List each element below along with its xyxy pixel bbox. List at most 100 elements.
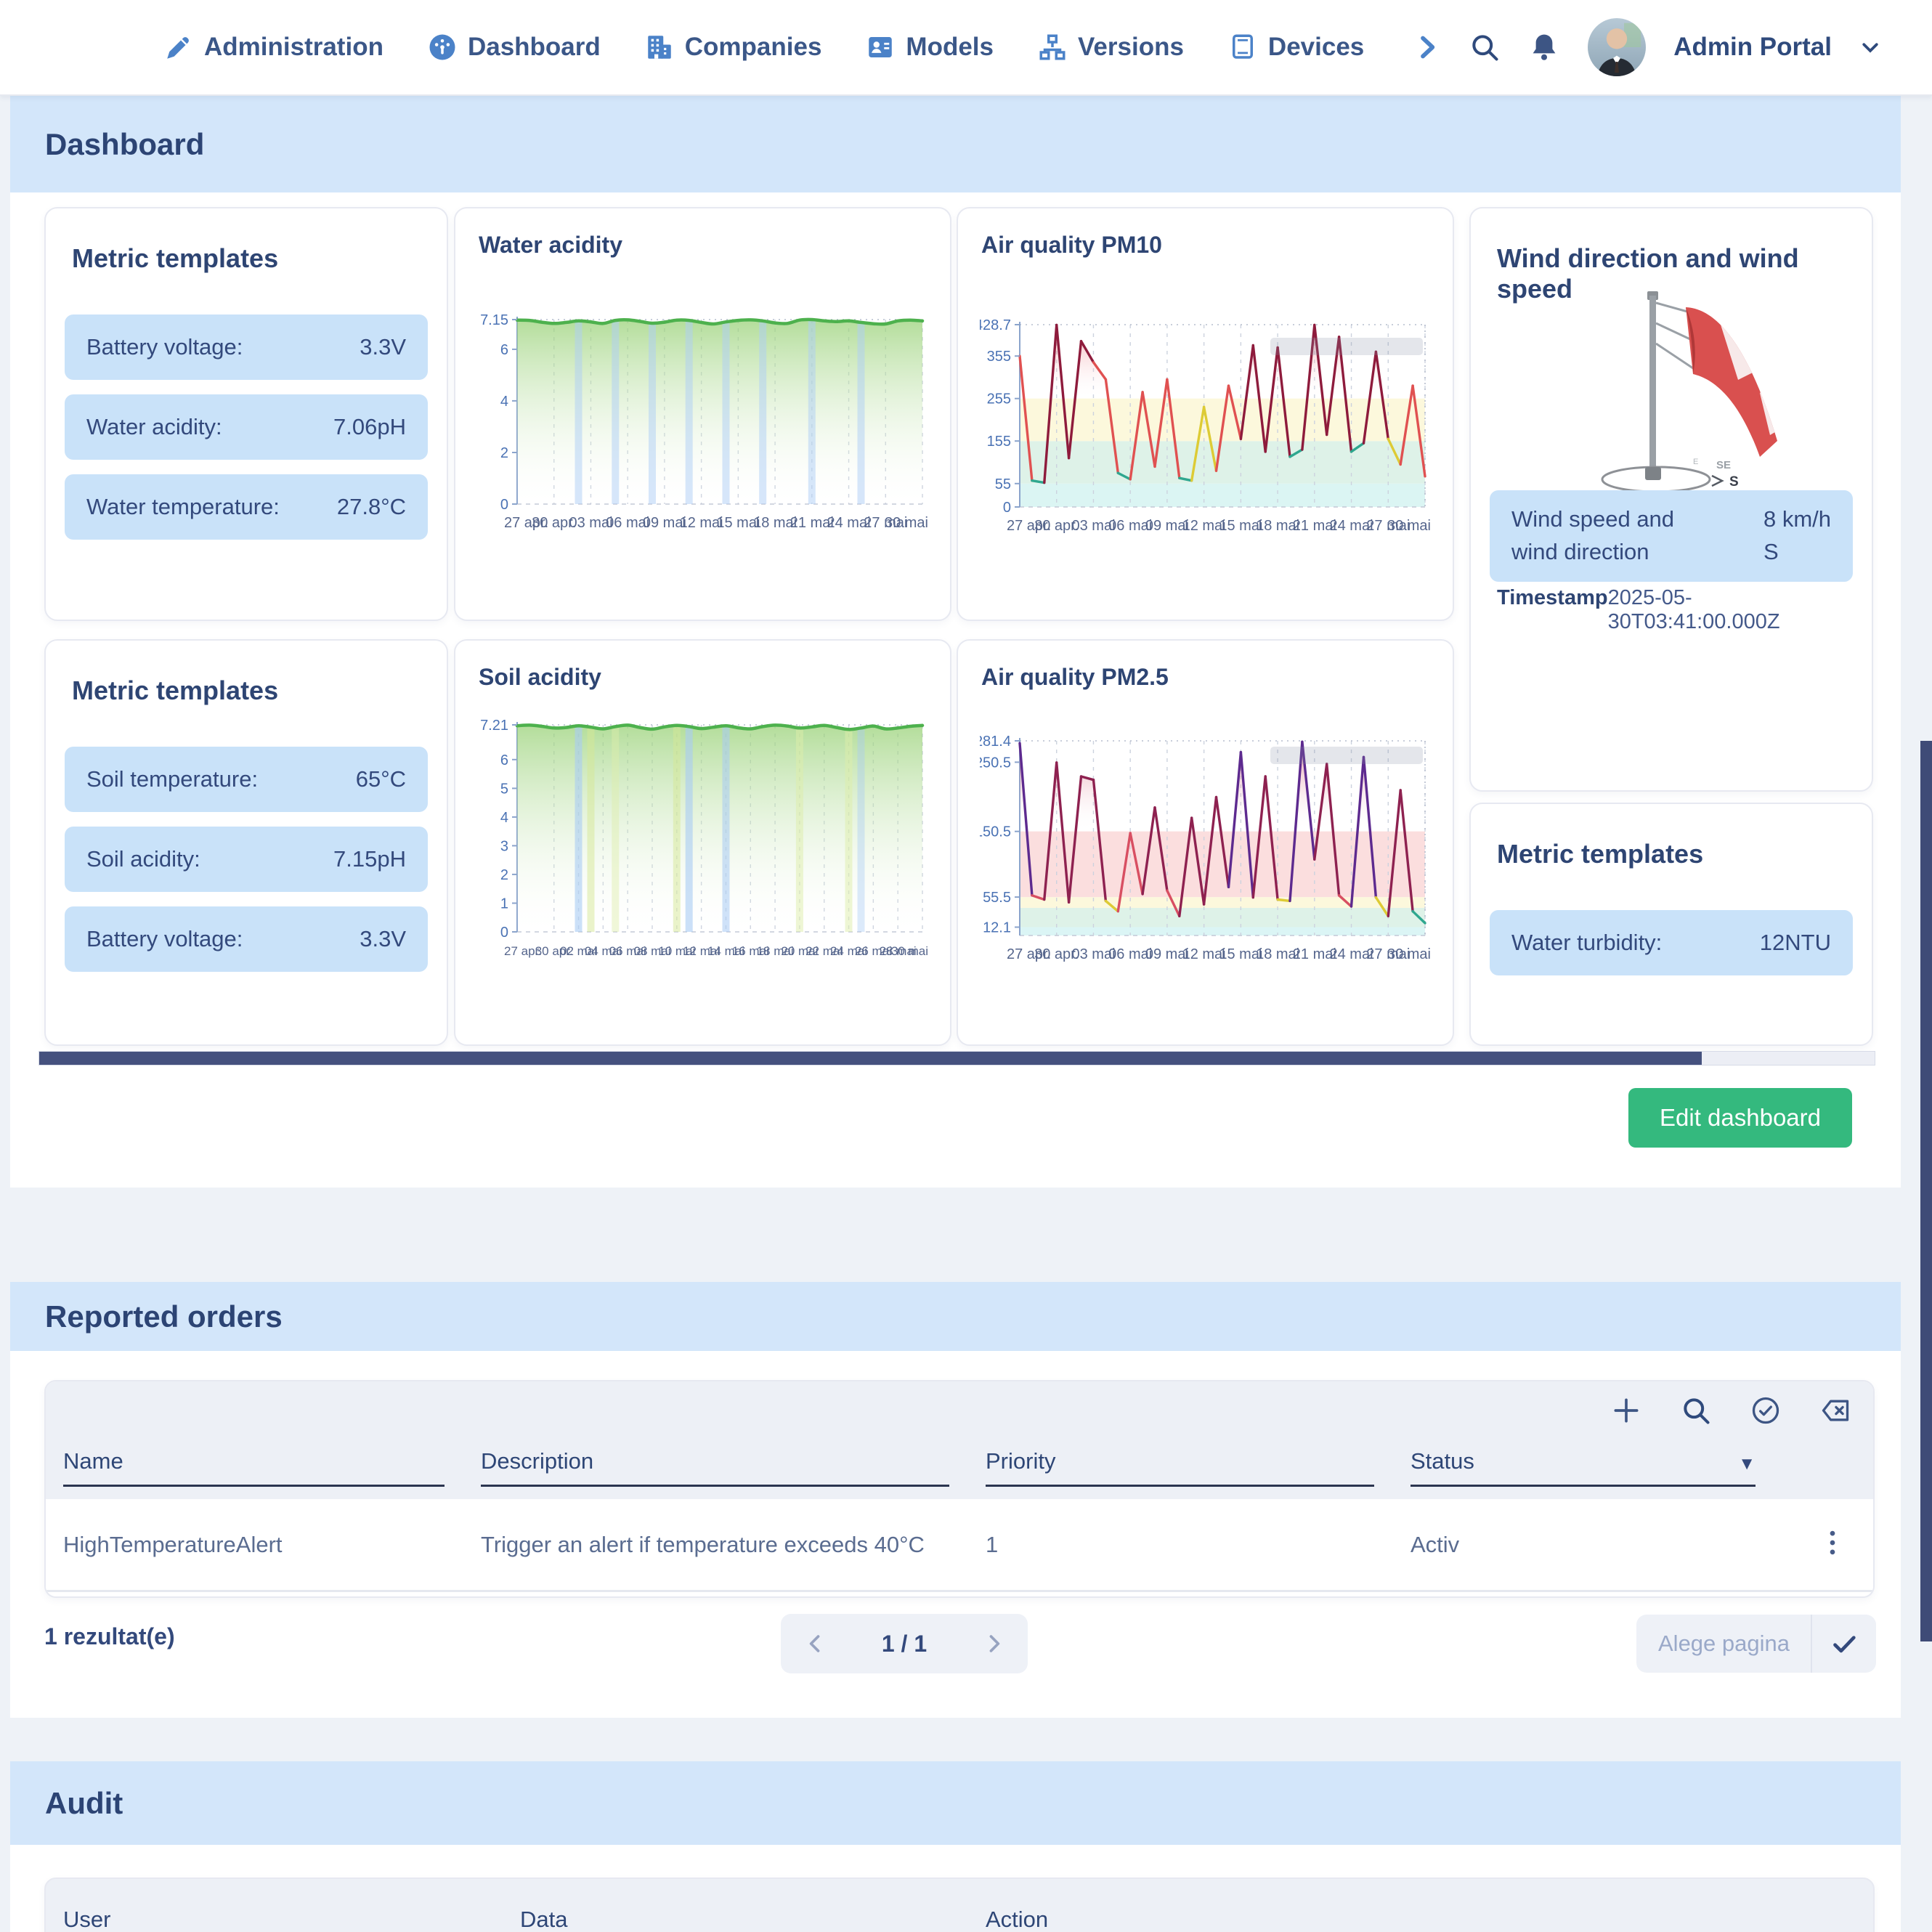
- top-navbar: Administration Dashboard Companies Models Ve…: [0, 0, 1932, 96]
- water-acidity-chart-card: Water acidity 7.15642027 apr.30 apr.03 m…: [454, 207, 951, 621]
- svg-text:6: 6: [500, 752, 508, 768]
- compass-se: SE: [1716, 459, 1731, 471]
- search-icon[interactable]: [1469, 31, 1501, 63]
- wind-chip-value: 8 km/h S: [1763, 503, 1831, 569]
- horizontal-scrollbar-thumb[interactable]: [39, 1052, 1702, 1065]
- confirm-page-button[interactable]: [1811, 1615, 1876, 1673]
- page-select-input[interactable]: [1636, 1630, 1811, 1657]
- notifications-bell-icon[interactable]: [1528, 31, 1560, 63]
- nav-more-chevron-right-icon[interactable]: [1412, 33, 1441, 62]
- nav-item-label: Dashboard: [468, 33, 601, 62]
- audit-column-header-user[interactable]: User: [63, 1907, 520, 1932]
- nav-item-label: Models: [906, 33, 994, 62]
- nav-item-versions[interactable]: Versions: [1037, 32, 1184, 62]
- column-header-priority[interactable]: Priority: [986, 1448, 1374, 1487]
- metric-value: 3.3V: [360, 334, 406, 360]
- svg-text:428.7: 428.7: [980, 317, 1011, 333]
- table-row[interactable]: HighTemperatureAlertTrigger an alert if …: [46, 1499, 1873, 1592]
- nav-item-models[interactable]: Models: [865, 32, 994, 62]
- table-header-row: Name Description Priority Status▼: [46, 1448, 1873, 1487]
- metric-templates-card: Metric templates Battery voltage:3.3V Wat…: [44, 207, 448, 621]
- svg-text:30 mai: 30 mai: [885, 515, 928, 531]
- pm10-chart: 428.735525515555027 apr.30 apr.03 mai06 …: [980, 274, 1434, 622]
- row-menu-kebab-icon[interactable]: [1827, 1530, 1838, 1556]
- svg-text:281.4: 281.4: [980, 734, 1011, 750]
- horizontal-scrollbar[interactable]: [38, 1051, 1875, 1066]
- nav-item-devices[interactable]: Devices: [1227, 32, 1364, 62]
- pm25-chart: 281.4250.5150.555.512.127 apr.30 apr.03 …: [980, 706, 1434, 1047]
- chart-title: Air quality PM10: [981, 232, 1162, 259]
- chevron-down-icon[interactable]: [1859, 36, 1881, 58]
- vertical-scrollbar-thumb[interactable]: [1920, 741, 1932, 1641]
- svg-text:150.5: 150.5: [980, 824, 1011, 840]
- svg-text:1: 1: [500, 896, 508, 912]
- nav-item-administration[interactable]: Administration: [163, 32, 383, 62]
- metric-chip: Battery voltage:3.3V: [65, 314, 428, 380]
- cell-priority: 1: [986, 1532, 1411, 1558]
- soil-acidity-chart-card: Soil acidity 7.21654321027 apr.30 apr.02…: [454, 639, 951, 1046]
- metric-chip: Water turbidity:12NTU: [1490, 910, 1853, 975]
- nav-item-label: Devices: [1268, 33, 1364, 62]
- audit-column-header-action[interactable]: Action: [986, 1907, 1873, 1932]
- svg-text:355: 355: [987, 349, 1011, 365]
- clear-icon[interactable]: [1819, 1395, 1851, 1426]
- reported-orders-table: Name Description Priority Status▼ HighTempe…: [44, 1380, 1875, 1598]
- metric-value: 3.3V: [360, 926, 406, 952]
- svg-text:55.5: 55.5: [983, 890, 1011, 906]
- results-count: 1 rezultat(e): [44, 1623, 175, 1650]
- legend-blur: [1270, 747, 1423, 764]
- wind-speed-chip: Wind speed and wind direction 8 km/h S: [1490, 490, 1853, 582]
- svg-text:255: 255: [987, 391, 1011, 407]
- audit-section: UserDataAction: [10, 1845, 1901, 1932]
- metric-label: Water temperature:: [86, 494, 280, 520]
- metric-value: 65°C: [356, 766, 406, 792]
- app-root: Administration Dashboard Companies Models Ve…: [0, 0, 1932, 1932]
- soil-acidity-chart: 7.21654321027 apr.30 apr.02 mai04 mai06 …: [477, 706, 931, 1047]
- pm25-chart-card: Air quality PM2.5 281.4250.5150.555.512.…: [957, 639, 1454, 1046]
- nav-item-label: Versions: [1078, 33, 1184, 62]
- metric-label: Water turbidity:: [1511, 930, 1662, 956]
- reported-orders-section: Name Description Priority Status▼ HighTempe…: [10, 1351, 1901, 1718]
- water-acidity-chart: 7.15642027 apr.30 apr.03 mai06 mai09 mai…: [477, 274, 931, 622]
- compass-s: S: [1729, 474, 1739, 490]
- svg-text:30 mai: 30 mai: [891, 944, 928, 958]
- svg-text:5: 5: [500, 781, 508, 797]
- svg-text:30 mai: 30 mai: [1387, 518, 1431, 534]
- chart-title: Soil acidity: [479, 664, 601, 691]
- column-header-name[interactable]: Name: [63, 1448, 445, 1487]
- avatar[interactable]: [1588, 18, 1646, 76]
- add-icon[interactable]: [1610, 1395, 1642, 1426]
- metric-chip: Water acidity:7.06pH: [65, 394, 428, 460]
- audit-table: UserDataAction: [44, 1878, 1875, 1932]
- next-page-button[interactable]: [959, 1614, 1028, 1673]
- edit-dashboard-button[interactable]: Edit dashboard: [1628, 1088, 1852, 1148]
- metric-chip-list: Soil temperature: 65°C Soil acidity:7.15pH…: [65, 747, 428, 972]
- profile-menu[interactable]: Admin Portal: [1673, 33, 1832, 62]
- metric-chip: Water temperature:27.8°C: [65, 474, 428, 540]
- windsock: [1686, 307, 1787, 457]
- audit-title: Audit: [10, 1786, 123, 1821]
- column-header-description[interactable]: Description: [481, 1448, 949, 1487]
- prev-page-button[interactable]: [781, 1614, 850, 1673]
- id-card-icon: [865, 32, 896, 62]
- nav-item-companies[interactable]: Companies: [644, 32, 822, 62]
- search-icon[interactable]: [1680, 1395, 1712, 1426]
- cell-status: Activ: [1411, 1532, 1792, 1558]
- audit-column-header-data[interactable]: Data: [520, 1907, 986, 1932]
- metric-chip: Soil acidity:7.15pH: [65, 827, 428, 892]
- metric-label: Soil temperature:: [86, 766, 258, 792]
- metric-label: Water acidity:: [86, 414, 222, 440]
- svg-text:0: 0: [500, 497, 508, 513]
- metric-templates-card: Metric templates Soil temperature:65°CSo…: [44, 639, 448, 1046]
- filter-caret-icon[interactable]: ▼: [1738, 1454, 1756, 1474]
- reported-orders-title: Reported orders: [10, 1299, 283, 1334]
- svg-text:0: 0: [1003, 500, 1011, 516]
- column-header-status[interactable]: Status▼: [1411, 1448, 1756, 1487]
- org-chart-icon: [1037, 32, 1068, 62]
- metric-label: Soil acidity:: [86, 846, 200, 872]
- card-title: Metric templates: [72, 243, 278, 274]
- metric-chip: Battery voltage:3.3V: [65, 906, 428, 972]
- cell-name: HighTemperatureAlert: [63, 1532, 481, 1558]
- check-circle-icon[interactable]: [1750, 1395, 1782, 1426]
- nav-item-dashboard[interactable]: Dashboard: [427, 32, 601, 62]
